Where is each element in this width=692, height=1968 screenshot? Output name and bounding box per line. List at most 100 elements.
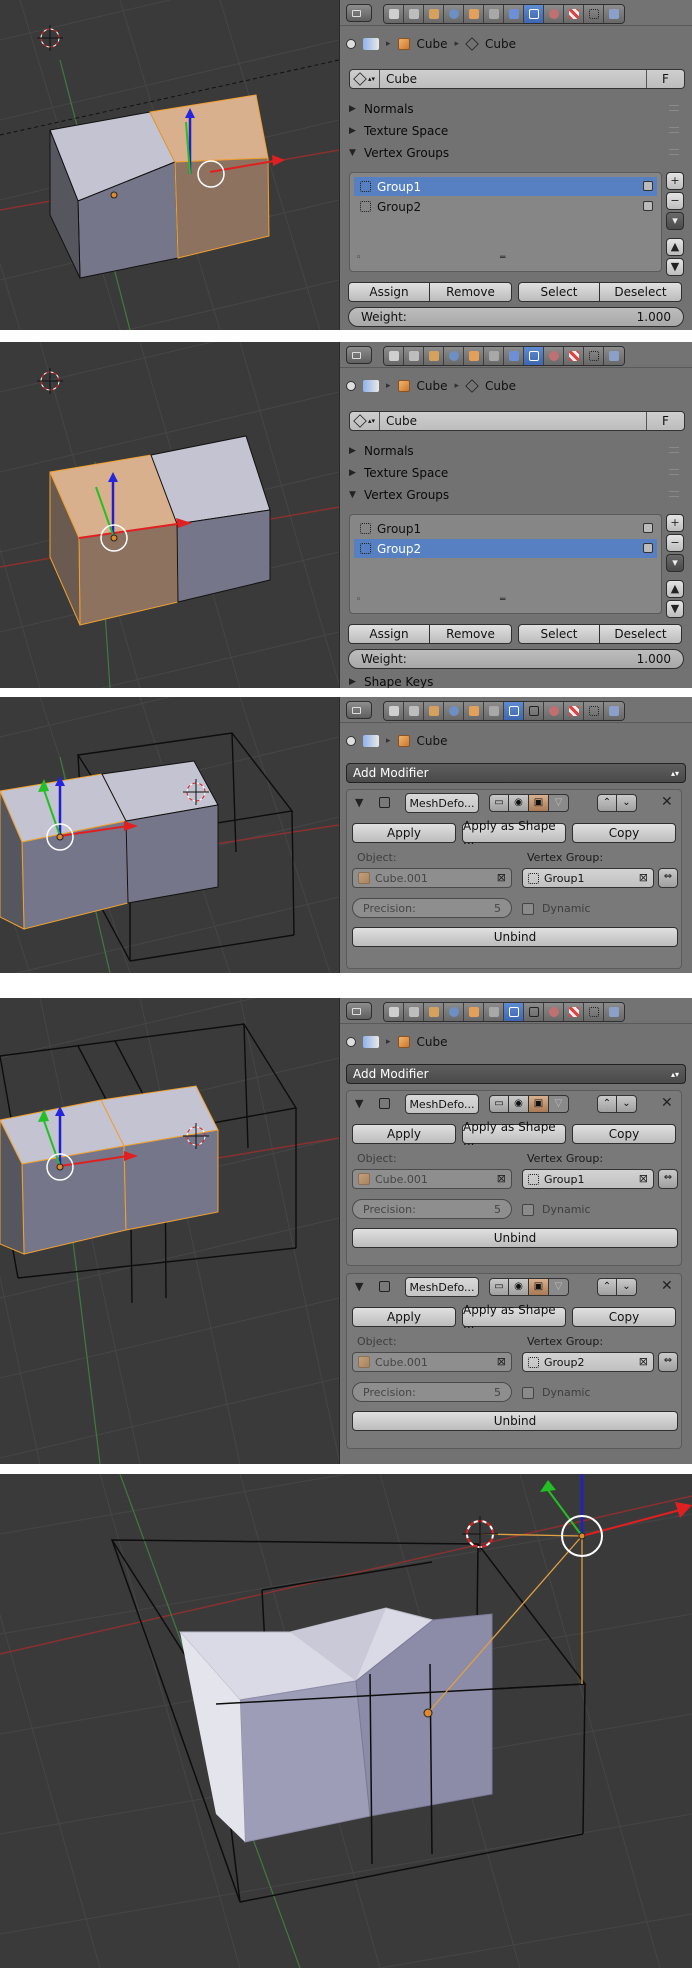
tab-world[interactable] bbox=[444, 702, 464, 720]
tab-physics[interactable] bbox=[604, 347, 624, 365]
editor-type-button[interactable] bbox=[346, 1002, 372, 1020]
list-item[interactable]: Group2 bbox=[354, 197, 657, 216]
editor-type-button[interactable] bbox=[346, 346, 372, 364]
mesh-browse-button[interactable]: ▴▾ bbox=[350, 70, 380, 88]
filter-options-icon[interactable]: ◦ bbox=[356, 253, 361, 263]
clear-icon[interactable]: ⊠ bbox=[497, 1355, 506, 1368]
tab-render[interactable] bbox=[384, 702, 404, 720]
drag-grip-icon[interactable] bbox=[669, 447, 679, 453]
close-icon[interactable]: ✕ bbox=[661, 1278, 673, 1294]
clear-icon[interactable]: ⊠ bbox=[639, 1172, 648, 1185]
remove-group-button[interactable]: − bbox=[666, 192, 684, 210]
tab-modifiers[interactable] bbox=[504, 702, 524, 720]
tab-object[interactable] bbox=[464, 702, 484, 720]
drag-grip-icon[interactable] bbox=[669, 127, 679, 133]
editor-type-button[interactable] bbox=[346, 4, 372, 22]
modifier-name-field[interactable]: MeshDefo... bbox=[405, 1277, 479, 1297]
render-toggle-icon[interactable]: ▣ bbox=[529, 1095, 549, 1113]
tab-data[interactable] bbox=[524, 1003, 544, 1021]
object-field[interactable]: Cube.001 ⊠ bbox=[352, 1352, 512, 1372]
tab-particles[interactable] bbox=[584, 5, 604, 23]
mesh-name[interactable]: Cube bbox=[380, 414, 646, 428]
move-down-icon[interactable]: ⌄ bbox=[617, 794, 637, 812]
move-down-icon[interactable]: ⌄ bbox=[617, 1278, 637, 1296]
invert-vertex-group-icon[interactable]: ⇔ bbox=[658, 868, 678, 888]
weight-slider[interactable]: Weight: 1.000 bbox=[348, 649, 684, 669]
mesh-name[interactable]: Cube bbox=[380, 72, 646, 86]
tab-scene[interactable] bbox=[424, 347, 444, 365]
tab-material[interactable] bbox=[544, 347, 564, 365]
tab-texture[interactable] bbox=[564, 5, 584, 23]
drag-grip-icon[interactable] bbox=[669, 469, 679, 475]
remove-group-button[interactable]: − bbox=[666, 534, 684, 552]
clear-icon[interactable]: ⊠ bbox=[497, 871, 506, 884]
cage-toggle-icon[interactable]: ▽ bbox=[549, 1278, 569, 1296]
drag-grip-icon[interactable] bbox=[669, 491, 679, 497]
list-item[interactable]: Group1 bbox=[354, 519, 657, 538]
pin-icon[interactable] bbox=[346, 381, 356, 391]
collapse-triangle-icon[interactable]: ▼ bbox=[355, 1097, 363, 1110]
object-field[interactable]: Cube.001 ⊠ bbox=[352, 868, 512, 888]
add-group-button[interactable]: + bbox=[666, 514, 684, 532]
checkbox-icon[interactable] bbox=[522, 1386, 534, 1399]
specials-menu-button[interactable]: ▾ bbox=[666, 554, 684, 572]
realtime-toggle-icon[interactable]: ◉ bbox=[509, 794, 529, 812]
assign-button[interactable]: Assign bbox=[348, 624, 430, 644]
pin-icon[interactable] bbox=[346, 1037, 356, 1047]
drag-grip-icon[interactable] bbox=[669, 105, 679, 111]
3d-viewport[interactable] bbox=[0, 0, 339, 330]
tab-render-layers[interactable] bbox=[404, 5, 424, 23]
list-item[interactable]: Group2 bbox=[354, 539, 657, 558]
tab-render-layers[interactable] bbox=[404, 1003, 424, 1021]
filter-options-icon[interactable]: ◦ bbox=[356, 595, 361, 605]
3d-viewport[interactable] bbox=[0, 697, 339, 973]
tab-render[interactable] bbox=[384, 1003, 404, 1021]
clear-icon[interactable]: ⊠ bbox=[639, 1355, 648, 1368]
tab-render[interactable] bbox=[384, 5, 404, 23]
tab-constraints[interactable] bbox=[484, 5, 504, 23]
precision-field[interactable]: Precision: 5 bbox=[352, 1382, 512, 1402]
panel-texture-space[interactable]: ▶ Texture Space bbox=[349, 463, 679, 483]
unbind-button[interactable]: Unbind bbox=[352, 927, 678, 947]
fake-user-button[interactable]: F bbox=[646, 70, 684, 88]
tab-physics[interactable] bbox=[604, 5, 624, 23]
tab-texture[interactable] bbox=[564, 1003, 584, 1021]
apply-as-shape-button[interactable]: Apply as Shape ... bbox=[462, 1303, 566, 1331]
weight-slider[interactable]: Weight: 1.000 bbox=[348, 307, 684, 327]
tab-material[interactable] bbox=[544, 5, 564, 23]
apply-button[interactable]: Apply bbox=[352, 1307, 456, 1327]
tab-modifiers[interactable] bbox=[504, 5, 524, 23]
vertex-group-field[interactable]: Group1 ⊠ bbox=[522, 1169, 654, 1189]
tab-data[interactable] bbox=[524, 347, 544, 365]
move-up-icon[interactable]: ⌃ bbox=[597, 794, 617, 812]
tab-constraints[interactable] bbox=[484, 1003, 504, 1021]
clear-icon[interactable]: ⊠ bbox=[497, 1172, 506, 1185]
lock-icon[interactable] bbox=[643, 543, 653, 553]
panel-shape-keys[interactable]: ▶ Shape Keys bbox=[349, 676, 433, 688]
close-icon[interactable]: ✕ bbox=[661, 794, 673, 810]
lock-icon[interactable] bbox=[643, 523, 653, 533]
pin-icon[interactable] bbox=[346, 736, 356, 746]
collapse-triangle-icon[interactable]: ▼ bbox=[355, 1280, 363, 1293]
realtime-toggle-icon[interactable]: ◉ bbox=[509, 1095, 529, 1113]
cage-toggle-icon[interactable]: ▽ bbox=[549, 1095, 569, 1113]
tab-particles[interactable] bbox=[584, 1003, 604, 1021]
realtime-toggle-icon[interactable]: ◉ bbox=[509, 1278, 529, 1296]
vertex-group-field[interactable]: Group1 ⊠ bbox=[522, 868, 654, 888]
tab-scene[interactable] bbox=[424, 702, 444, 720]
tab-world[interactable] bbox=[444, 347, 464, 365]
select-button[interactable]: Select bbox=[518, 282, 600, 302]
panel-normals[interactable]: ▶ Normals bbox=[349, 99, 679, 119]
checkbox-icon[interactable] bbox=[522, 902, 534, 915]
tab-object[interactable] bbox=[464, 347, 484, 365]
cage-toggle-icon[interactable]: ▽ bbox=[549, 794, 569, 812]
tab-material[interactable] bbox=[544, 702, 564, 720]
tab-data[interactable] bbox=[524, 5, 544, 23]
move-down-button[interactable]: ▼ bbox=[666, 258, 684, 276]
tab-physics[interactable] bbox=[604, 1003, 624, 1021]
select-button[interactable]: Select bbox=[518, 624, 600, 644]
precision-field[interactable]: Precision: 5 bbox=[352, 1199, 512, 1219]
remove-button[interactable]: Remove bbox=[430, 624, 512, 644]
tab-particles[interactable] bbox=[584, 702, 604, 720]
tab-scene[interactable] bbox=[424, 1003, 444, 1021]
